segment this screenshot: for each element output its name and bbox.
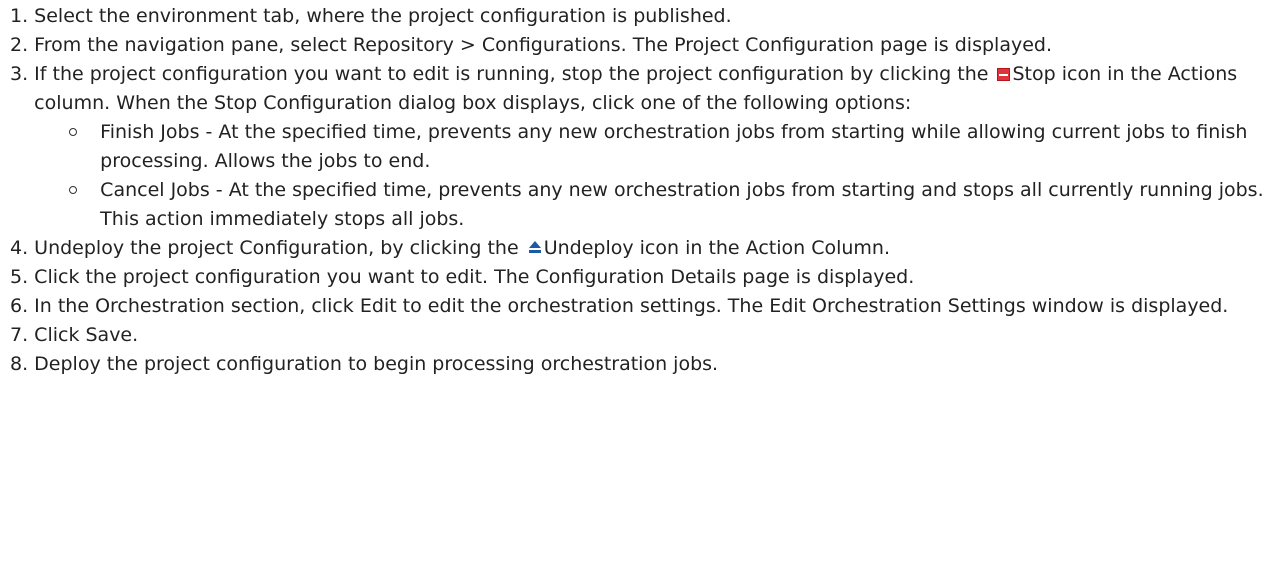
step-2: 2. From the navigation pane, select Repo… xyxy=(0,31,1281,60)
step-number: 4. xyxy=(10,237,35,259)
step-text: In the Orchestration section, click Edit… xyxy=(34,295,1229,317)
stop-icon xyxy=(996,68,1010,81)
step-text: Click Save. xyxy=(34,324,139,346)
option-finish-jobs: Finish Jobs - At the specified time, pre… xyxy=(66,118,1269,176)
step-text-after: Undeploy icon in the Action Column. xyxy=(543,237,891,259)
option-cancel-jobs: Cancel Jobs - At the specified time, pre… xyxy=(66,176,1269,234)
step-number: 1. xyxy=(10,5,35,27)
undeploy-icon xyxy=(528,241,542,255)
stop-options-list: Finish Jobs - At the specified time, pre… xyxy=(34,118,1269,234)
step-text: Deploy the project configuration to begi… xyxy=(34,353,719,375)
step-number: 2. xyxy=(10,34,35,56)
step-5: 5. Click the project configuration you w… xyxy=(0,263,1281,292)
step-text-before: Undeploy the project Configuration, by c… xyxy=(34,237,519,259)
bullet-icon xyxy=(66,176,100,234)
step-number: 7. xyxy=(10,324,35,346)
step-3: 3. If the project configuration you want… xyxy=(0,60,1281,234)
step-number: 5. xyxy=(10,266,35,288)
step-number: 6. xyxy=(10,295,35,317)
step-body: If the project configuration you want to… xyxy=(34,60,1269,234)
procedure-steps: 1. Select the environment tab, where the… xyxy=(0,2,1281,379)
step-8: 8. Deploy the project configuration to b… xyxy=(0,350,1281,379)
step-7: 7. Click Save. xyxy=(0,321,1281,350)
step-6: 6. In the Orchestration section, click E… xyxy=(0,292,1281,321)
step-number: 3. xyxy=(10,63,35,85)
step-1: 1. Select the environment tab, where the… xyxy=(0,2,1281,31)
option-text: Finish Jobs - At the specified time, pre… xyxy=(100,121,1248,172)
step-text: From the navigation pane, select Reposit… xyxy=(34,34,1052,56)
step-text: If the project configuration you want to… xyxy=(34,60,1269,118)
step-text: Undeploy the project Configuration, by c… xyxy=(34,234,1269,263)
bullet-icon xyxy=(66,118,100,176)
step-text: Click the project configuration you want… xyxy=(34,266,915,288)
step-number: 8. xyxy=(10,353,35,375)
step-4: 4. Undeploy the project Configuration, b… xyxy=(0,234,1281,263)
step-text: Select the environment tab, where the pr… xyxy=(34,5,732,27)
step-text-before: If the project configuration you want to… xyxy=(34,63,989,85)
option-text: Cancel Jobs - At the specified time, pre… xyxy=(100,179,1264,230)
